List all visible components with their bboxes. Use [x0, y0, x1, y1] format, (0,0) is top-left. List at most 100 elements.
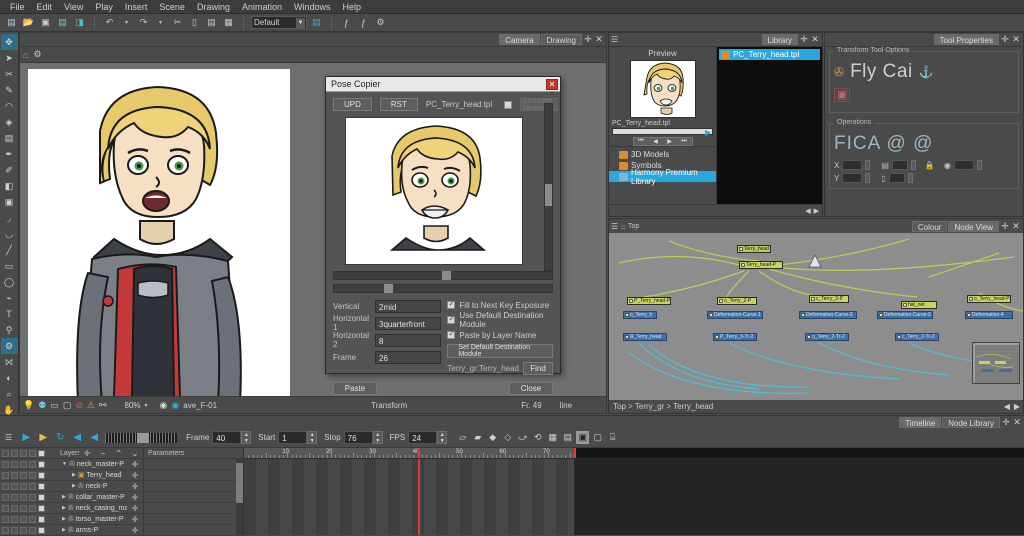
- text-tool-icon[interactable]: T: [1, 306, 18, 322]
- rst-button[interactable]: RST: [380, 98, 418, 111]
- field-value[interactable]: 1: [278, 431, 307, 444]
- slider-thumb-2[interactable]: [384, 284, 393, 293]
- layers-vertical-scrollbar[interactable]: [236, 459, 243, 535]
- morphing-tool-icon[interactable]: ◐: [1, 370, 18, 386]
- eye-icon[interactable]: [2, 505, 9, 512]
- sound-icon[interactable]: ◀: [70, 431, 84, 445]
- field-spinner[interactable]: ▲▼: [241, 431, 251, 444]
- close-view-icon[interactable]: ✕: [594, 34, 604, 45]
- layer-name-cell[interactable]: ▶✇collar_master-P: [56, 493, 127, 501]
- remove-icon[interactable]: −: [95, 449, 111, 458]
- add-view-icon[interactable]: ✛: [1000, 34, 1010, 45]
- expand-arrow-icon[interactable]: ▶: [62, 516, 66, 522]
- stroke-tool-icon[interactable]: ◞: [1, 210, 18, 226]
- close-view-icon[interactable]: ✕: [1011, 34, 1021, 45]
- expand-arrow-icon[interactable]: ▶: [62, 505, 66, 511]
- panel-menu-icon[interactable]: ☰: [5, 433, 12, 442]
- layer-row[interactable]: ▶✇torso_master-P✛: [0, 514, 243, 525]
- node-view-minimap[interactable]: [972, 342, 1020, 384]
- checkbox[interactable]: [447, 316, 455, 324]
- script-editor-icon[interactable]: ƒ: [356, 15, 371, 30]
- render-icon[interactable]: [29, 505, 36, 512]
- camera-mask-icon[interactable]: ▭: [50, 400, 59, 411]
- add-parameter-icon[interactable]: ✛: [127, 526, 143, 535]
- slider-thumb-1[interactable]: [442, 271, 451, 280]
- layer-row[interactable]: ▶✇neck-P✛: [0, 481, 243, 492]
- cut-icon[interactable]: ✂: [170, 15, 185, 30]
- dropdown-caret-icon[interactable]: ▾: [145, 402, 148, 409]
- field-value[interactable]: 40: [212, 431, 241, 444]
- add-view-icon[interactable]: ✛: [583, 34, 593, 45]
- layer-parameters-cell[interactable]: [143, 525, 243, 536]
- eye-icon[interactable]: [2, 494, 9, 501]
- add-view-icon[interactable]: ✛: [1000, 221, 1010, 232]
- chevron-down-icon[interactable]: ▼: [296, 18, 305, 28]
- node[interactable]: c_Terry_3-P: [809, 295, 849, 303]
- color-icon[interactable]: ◉: [171, 400, 179, 411]
- checkbox[interactable]: [447, 331, 455, 339]
- down-icon[interactable]: ⌄: [127, 449, 143, 458]
- workspace-select[interactable]: Default ▼: [251, 16, 307, 29]
- menu-item-edit[interactable]: Edit: [31, 0, 59, 14]
- smooth-editor-tool-icon[interactable]: ◠: [1, 98, 18, 114]
- timeline-ruler[interactable]: 1020304050607080901001101201301401501601…: [244, 448, 1024, 459]
- transform-tool-icon[interactable]: ✥: [1, 34, 18, 50]
- selected-icon[interactable]: ▣: [576, 431, 589, 444]
- node[interactable]: Deformation-Curve-1: [707, 311, 763, 319]
- redo-icon[interactable]: ↷: [136, 15, 151, 30]
- tab-camera[interactable]: Camera: [499, 34, 539, 45]
- tab-colour[interactable]: Colour: [912, 221, 948, 232]
- add-view-icon[interactable]: ✛: [1001, 417, 1011, 428]
- render-icon[interactable]: [29, 472, 36, 479]
- option-row[interactable]: Use Default Destination Module: [447, 314, 553, 326]
- save-all-icon[interactable]: ▤: [55, 15, 70, 30]
- menu-item-file[interactable]: File: [4, 0, 31, 14]
- open-scene-icon[interactable]: 📂: [21, 15, 36, 30]
- eye-icon[interactable]: [2, 516, 9, 523]
- stop-marker[interactable]: [574, 448, 576, 458]
- library-tree-item[interactable]: 3D Models: [609, 149, 716, 160]
- node[interactable]: Deformation-Curve-3: [877, 311, 933, 319]
- workspace-manager-icon[interactable]: ▤: [309, 15, 324, 30]
- field-value[interactable]: 26: [375, 351, 441, 364]
- preview-vertical-scrollbar[interactable]: [544, 103, 553, 271]
- color-icon[interactable]: [38, 505, 45, 512]
- onion-skin-icon[interactable]: [20, 472, 27, 479]
- color-icon[interactable]: [38, 483, 45, 490]
- node[interactable]: Terry_head-P: [739, 261, 783, 269]
- node[interactable]: o_Terry_head-P: [967, 295, 1011, 303]
- field-value[interactable]: 24: [408, 431, 437, 444]
- jog-knob[interactable]: [137, 433, 149, 444]
- eye-icon[interactable]: [2, 450, 9, 457]
- menu-item-drawing[interactable]: Drawing: [191, 0, 236, 14]
- add-parameter-icon[interactable]: ✛: [127, 504, 143, 513]
- link-icon[interactable]: ⚯: [99, 400, 107, 411]
- expand-arrow-icon[interactable]: ▶: [62, 494, 66, 500]
- paste-special-icon[interactable]: ▦: [221, 15, 236, 30]
- sound-scrub-icon[interactable]: ◀: [87, 431, 101, 445]
- add-layer-icon[interactable]: ▱: [456, 431, 469, 444]
- delete-keyframe-icon[interactable]: ◇: [501, 431, 514, 444]
- height-value-field[interactable]: [889, 173, 905, 183]
- option-row[interactable]: Paste by Layer Name: [447, 329, 553, 341]
- add-parameter-icon[interactable]: ✛: [127, 460, 143, 469]
- field-spinner[interactable]: ▲▼: [373, 431, 383, 444]
- up-icon[interactable]: ⌃: [111, 449, 127, 458]
- tab-library[interactable]: Library: [762, 34, 798, 45]
- color-icon[interactable]: [38, 472, 45, 479]
- scroll-right-icon[interactable]: ▶: [814, 207, 819, 215]
- layer-parameters-cell[interactable]: [143, 470, 243, 481]
- layer-parameters-cell[interactable]: [143, 481, 243, 492]
- menu-item-help[interactable]: Help: [337, 0, 368, 14]
- timeline-tracks[interactable]: [244, 459, 1024, 535]
- eye-icon[interactable]: [2, 461, 9, 468]
- render-icon[interactable]: [29, 494, 36, 501]
- node[interactable]: hat_net: [901, 301, 937, 309]
- last-frame-icon[interactable]: ⏭: [681, 138, 686, 145]
- paste-button[interactable]: Paste: [333, 382, 377, 395]
- tab-drawing[interactable]: Drawing: [541, 34, 582, 45]
- node[interactable]: Terry_head: [737, 245, 771, 253]
- color-icon[interactable]: [38, 450, 45, 457]
- peg-icon[interactable]: ✇: [834, 65, 844, 79]
- checkbox[interactable]: [447, 301, 455, 309]
